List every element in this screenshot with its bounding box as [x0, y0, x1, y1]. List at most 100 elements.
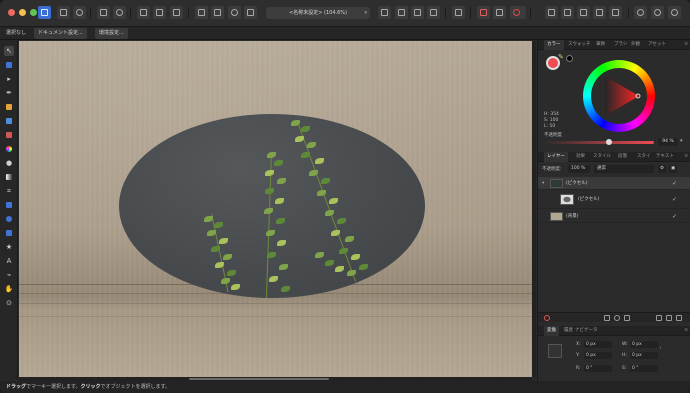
text-tool-icon[interactable]: A [4, 256, 14, 266]
group-icon[interactable] [656, 315, 662, 321]
trash-icon[interactable] [676, 315, 682, 321]
visibility-check-icon[interactable]: ✓ [672, 196, 677, 203]
document-canvas[interactable] [19, 41, 532, 377]
grow-selection-icon[interactable] [593, 6, 606, 19]
dodge-icon[interactable]: ● [4, 158, 14, 168]
move-tool-icon[interactable]: ↖ [4, 46, 14, 56]
studio-toggle-icon[interactable] [651, 6, 664, 19]
color-wheel[interactable] [583, 60, 655, 132]
tab-text[interactable]: テキスト [656, 152, 674, 162]
tab-styles[interactable]: スタイル [593, 152, 611, 162]
gradient-icon[interactable] [4, 172, 14, 182]
tab-effects[interactable]: 効果 [576, 152, 585, 162]
star-icon[interactable]: ★ [4, 242, 14, 252]
align-right-icon[interactable] [427, 6, 440, 19]
color-triangle[interactable] [591, 68, 647, 124]
ellipse-icon[interactable] [4, 214, 14, 224]
x-field[interactable]: 0 px [584, 341, 612, 348]
selection-brush-icon[interactable]: ▸ [4, 74, 14, 84]
paint-brush-icon[interactable] [4, 102, 14, 112]
shape-icon[interactable] [4, 228, 14, 238]
boolean-icon[interactable] [493, 6, 506, 19]
lock-icon[interactable]: ▣ [669, 165, 677, 173]
panel-menu-icon[interactable]: ≡ [684, 152, 688, 162]
deselect-label[interactable]: 選択なし [2, 28, 30, 39]
pen-tool-icon[interactable]: ✒ [4, 88, 14, 98]
chevron-down-icon[interactable]: ▾ [542, 177, 544, 190]
export-persona-icon[interactable] [113, 6, 126, 19]
tab-layers[interactable]: レイヤー [544, 152, 568, 162]
invert-selection-icon[interactable] [577, 6, 590, 19]
feather-icon[interactable] [609, 6, 622, 19]
tab-paragraph[interactable]: 段落 [618, 152, 627, 162]
tab-color[interactable]: カラー [544, 40, 564, 50]
panel-menu-icon[interactable]: ≡ [684, 326, 688, 336]
tone-map-persona-icon[interactable] [97, 6, 110, 19]
arrange-icon[interactable] [452, 6, 465, 19]
rotation-field[interactable]: 0 ° [584, 365, 612, 372]
eyedropper-icon[interactable]: ✎ [558, 54, 565, 61]
opacity-slider[interactable] [544, 141, 654, 144]
document-title-dropdown[interactable]: <名称未設定> (104.6%) ▾ [266, 7, 370, 19]
crop-tool-icon[interactable]: ⌗ [4, 186, 14, 196]
tab-history[interactable]: 履歴 [564, 326, 573, 336]
fx-icon[interactable] [624, 315, 630, 321]
hand-icon[interactable]: ✋ [4, 284, 14, 294]
opacity-value[interactable]: 94 % [658, 138, 678, 146]
shear-field[interactable]: 0 ° [630, 365, 658, 372]
document-setup-button[interactable]: ドキュメント設定... [34, 28, 87, 39]
tab-appearance[interactable]: 外観 [631, 40, 640, 50]
selection-icon[interactable] [228, 6, 241, 19]
secondary-color-swatch[interactable] [566, 55, 573, 62]
opacity-slider-handle[interactable] [606, 139, 612, 145]
layer-row[interactable]: ▾ (ピクセル) ✓ [538, 177, 690, 190]
magnet-snapping-icon[interactable] [510, 6, 526, 19]
blend-mode-select[interactable]: 通常 [594, 165, 654, 173]
panel-menu-icon[interactable]: ≡ [684, 40, 688, 50]
y-field[interactable]: 0 px [584, 352, 612, 359]
tab-navigator[interactable]: ナビゲータ [575, 326, 598, 336]
photo-persona-icon[interactable] [38, 6, 51, 19]
refine-icon[interactable] [244, 6, 257, 19]
deselect-icon[interactable] [561, 6, 574, 19]
tab-stroke[interactable]: 筆致 [596, 40, 605, 50]
zoom-window-button[interactable] [30, 9, 37, 16]
snapping-icon[interactable] [195, 6, 208, 19]
tab-swatches[interactable]: スウォッチ [568, 40, 591, 50]
link-icon[interactable]: ⁞ [660, 346, 661, 351]
settings-gear-icon[interactable]: ⚙ [658, 165, 666, 173]
view-tool-icon[interactable] [4, 60, 14, 70]
assistant-icon[interactable] [477, 6, 490, 19]
quick-mask-icon[interactable] [211, 6, 224, 19]
layer-row[interactable]: (背景) ✓ [538, 210, 690, 223]
align-center-icon[interactable] [411, 6, 424, 19]
tab-transform[interactable]: 変換 [544, 326, 559, 336]
tools-toggle-icon[interactable] [668, 6, 681, 19]
pencil-icon[interactable] [4, 116, 14, 126]
rectangle-icon[interactable] [4, 200, 14, 210]
record-icon[interactable] [544, 315, 550, 321]
color-replace-icon[interactable] [4, 130, 14, 140]
visibility-check-icon[interactable]: ✓ [672, 180, 677, 187]
transform-icon[interactable] [170, 6, 183, 19]
zoom-icon[interactable]: ⊙ [4, 298, 14, 308]
select-all-icon[interactable] [545, 6, 558, 19]
context-toolbar-toggle-icon[interactable] [634, 6, 647, 19]
chevron-down-icon[interactable]: ▾ [680, 138, 683, 144]
visibility-check-icon[interactable]: ✓ [672, 213, 677, 220]
view-mode-icon[interactable] [378, 6, 391, 19]
mask-icon[interactable] [604, 315, 610, 321]
w-field[interactable]: 0 px [630, 341, 658, 348]
align-left-icon[interactable] [395, 6, 408, 19]
close-window-button[interactable] [8, 9, 15, 16]
develop-persona-icon[interactable] [73, 6, 86, 19]
preferences-button[interactable]: 環境設定... [95, 28, 128, 39]
scroll-thumb[interactable] [189, 378, 329, 380]
liquify-persona-icon[interactable] [57, 6, 70, 19]
crop-icon[interactable] [153, 6, 166, 19]
layer-opacity-field[interactable]: 100 % [568, 165, 590, 173]
adjustment-icon[interactable] [614, 315, 620, 321]
eyedropper-icon[interactable]: ⌁ [4, 270, 14, 280]
tab-styles-2[interactable]: スタイ [637, 152, 651, 162]
layer-row[interactable]: (ピクセル) ✓ [538, 191, 690, 209]
